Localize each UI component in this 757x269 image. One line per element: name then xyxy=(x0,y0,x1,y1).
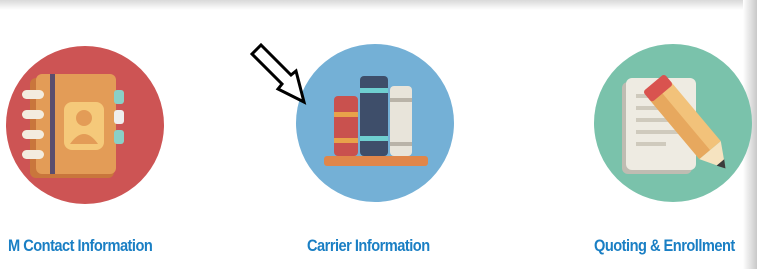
contact-information-link[interactable]: M Contact Information xyxy=(8,236,153,256)
quoting-enrollment-tile[interactable] xyxy=(590,40,756,206)
notepad-pencil-icon xyxy=(594,44,752,202)
mouse-pointer-icon xyxy=(249,42,307,105)
contact-information-tile[interactable] xyxy=(0,40,170,210)
address-book-icon xyxy=(6,46,164,204)
books-icon xyxy=(296,44,454,202)
carrier-information-link[interactable]: Carrier Information xyxy=(307,236,430,256)
carrier-information-tile[interactable] xyxy=(292,40,458,206)
quoting-enrollment-link[interactable]: Quoting & Enrollment xyxy=(594,236,735,256)
top-shadow xyxy=(0,0,757,10)
